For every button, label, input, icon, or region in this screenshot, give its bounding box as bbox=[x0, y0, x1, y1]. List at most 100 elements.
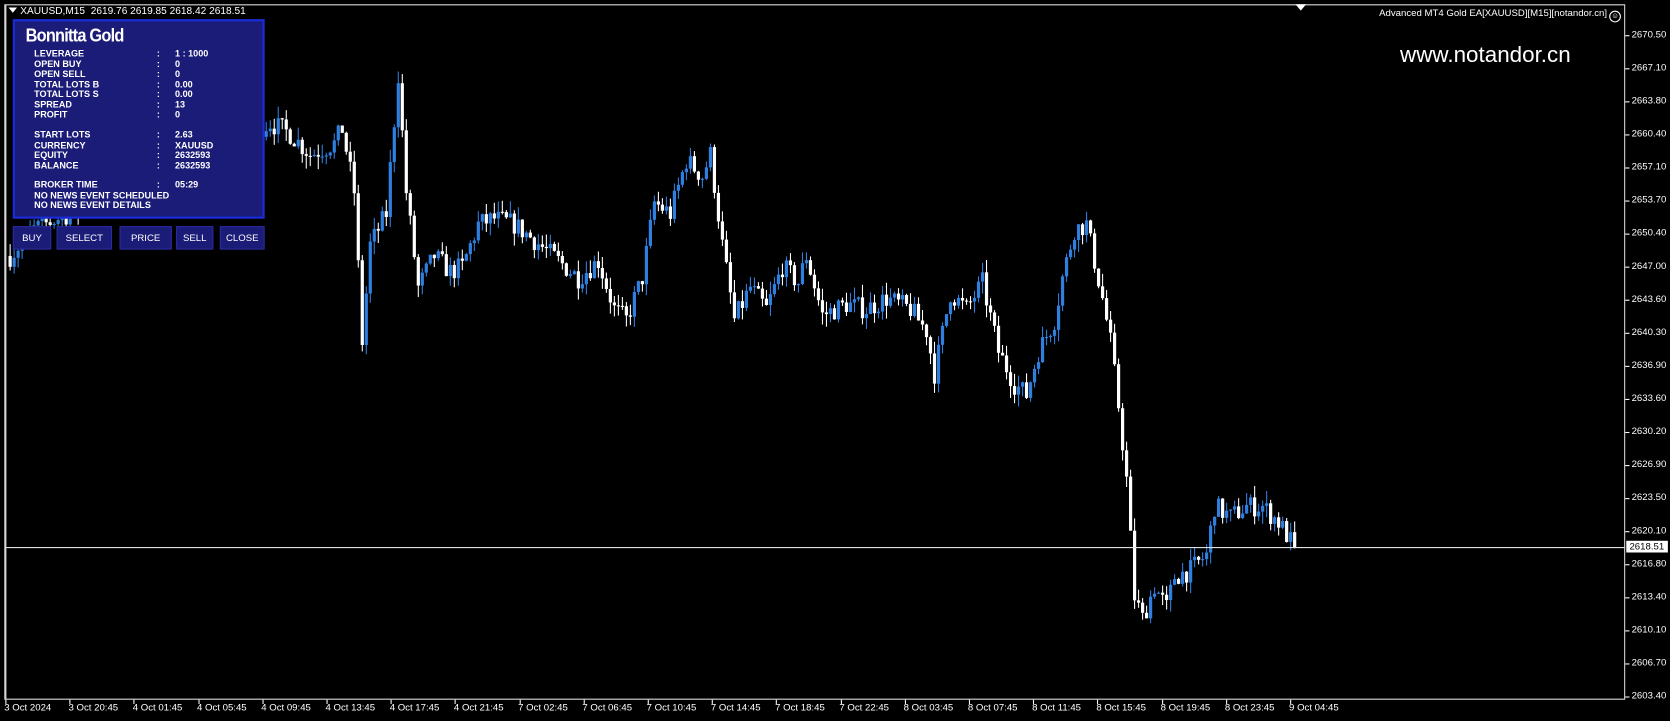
price-tick-label: 2657.10 bbox=[1631, 161, 1667, 172]
time-tick-label: 7 Oct 18:45 bbox=[775, 701, 825, 713]
price-tick bbox=[1625, 498, 1630, 500]
panel-row-sep: : bbox=[156, 108, 160, 120]
price-tick bbox=[1625, 465, 1630, 467]
panel-row-label: TOTAL LOTS B bbox=[34, 78, 100, 90]
price-tick-label: 2667.10 bbox=[1631, 61, 1667, 73]
time-tick-label: 4 Oct 09:45 bbox=[261, 701, 311, 713]
panel-title: Bonnitta Gold bbox=[25, 25, 125, 46]
panel-row-value: 2632593 bbox=[175, 159, 211, 171]
time-tick-label: 9 Oct 04:45 bbox=[1289, 701, 1339, 713]
price-tick bbox=[1625, 630, 1630, 632]
panel-row: PROFIT: 0 bbox=[34, 109, 180, 120]
time-tick-label: 4 Oct 13:45 bbox=[325, 701, 376, 713]
time-tick-label: 7 Oct 10:45 bbox=[646, 701, 697, 713]
chart-shift-marker-icon[interactable] bbox=[1295, 4, 1307, 11]
price-tick-label: 2633.60 bbox=[1631, 392, 1667, 404]
price-tick bbox=[1625, 398, 1630, 400]
time-tick-label: 3 Oct 2024 bbox=[4, 701, 52, 713]
time-tick-label: 4 Oct 01:45 bbox=[132, 701, 183, 713]
panel-row-label: OPEN SELL bbox=[34, 68, 86, 79]
time-tick-label: 7 Oct 06:45 bbox=[582, 701, 633, 713]
price-tick-label: 2660.40 bbox=[1631, 127, 1667, 139]
buy-button[interactable]: BUY bbox=[12, 226, 52, 250]
smiley-icon[interactable]: ☺ bbox=[1609, 10, 1621, 23]
price-tick-label: 2610.10 bbox=[1631, 623, 1667, 635]
price-tick-label: 2623.50 bbox=[1631, 491, 1667, 503]
price-tick-label: 2663.80 bbox=[1631, 94, 1667, 106]
time-tick-label: 8 Oct 11:45 bbox=[1032, 701, 1082, 713]
time-tick-label: 8 Oct 15:45 bbox=[1096, 701, 1146, 713]
panel-row-label: START LOTS bbox=[34, 129, 91, 140]
price-tick-label: 2613.40 bbox=[1631, 590, 1667, 602]
price-tick bbox=[1625, 299, 1630, 301]
price-tick bbox=[1625, 134, 1630, 136]
price-tick bbox=[1625, 332, 1630, 334]
price-tick-label: 2653.70 bbox=[1631, 194, 1667, 205]
price-tick bbox=[1625, 531, 1630, 533]
panel-row: BALANCE: 2632593 bbox=[34, 159, 210, 171]
panel-row-label: BALANCE bbox=[34, 159, 79, 171]
panel-row-label: NO NEWS EVENT SCHEDULED bbox=[34, 189, 170, 200]
panel-row-label: NO NEWS EVENT DETAILS bbox=[34, 199, 151, 211]
price-tick-label: 2650.40 bbox=[1631, 227, 1667, 238]
panel-row-label: SPREAD bbox=[34, 98, 72, 110]
price-tick-label: 2643.60 bbox=[1631, 293, 1667, 304]
price-tick-label: 2636.90 bbox=[1631, 359, 1667, 371]
panel-row-label: TOTAL LOTS S bbox=[34, 88, 99, 100]
time-tick-label: 8 Oct 03:45 bbox=[903, 701, 954, 713]
time-tick-label: 4 Oct 21:45 bbox=[453, 701, 504, 713]
panel-row-label: EQUITY bbox=[34, 149, 68, 160]
select-button[interactable]: SELECT bbox=[56, 226, 113, 250]
panel-row-label: BROKER TIME bbox=[34, 179, 98, 190]
price-tick bbox=[1625, 200, 1630, 202]
time-tick-label: 8 Oct 23:45 bbox=[1224, 701, 1275, 713]
dropdown-triangle-icon[interactable] bbox=[8, 7, 18, 13]
price-tick bbox=[1625, 68, 1630, 70]
price-tick-label: 2603.40 bbox=[1631, 690, 1667, 701]
price-tick-label: 2616.80 bbox=[1631, 557, 1667, 569]
time-tick-label: 4 Oct 17:45 bbox=[389, 701, 440, 713]
time-tick-label: 7 Oct 14:45 bbox=[710, 701, 761, 713]
panel-row-label: LEVERAGE bbox=[34, 47, 85, 59]
price-tick bbox=[1625, 101, 1630, 103]
symbol-info: XAUUSD,M15 2619.76 2619.85 2618.42 2618.… bbox=[8, 5, 246, 18]
price-tick-label: 2606.70 bbox=[1631, 657, 1667, 668]
price-tick-label: 2647.00 bbox=[1631, 260, 1667, 271]
price-tick bbox=[1625, 266, 1630, 268]
time-tick-label: 7 Oct 22:45 bbox=[839, 701, 890, 713]
panel-row-sep: : bbox=[156, 159, 160, 171]
price-tick-label: 2640.30 bbox=[1631, 326, 1667, 338]
time-tick-label: 4 Oct 05:45 bbox=[196, 701, 247, 713]
ea-info-panel: Bonnitta Gold LEVERAGE:1 : 1000 OPEN BUY:… bbox=[12, 19, 265, 219]
price-tick bbox=[1625, 35, 1630, 37]
panel-row-value: 0 bbox=[175, 108, 181, 120]
price-tick bbox=[1625, 167, 1630, 169]
price-tick bbox=[1625, 696, 1630, 698]
time-tick-label: 7 Oct 02:45 bbox=[518, 701, 568, 713]
price-tick-label: 2630.20 bbox=[1631, 425, 1667, 437]
panel-row-label: OPEN BUY bbox=[34, 58, 82, 69]
price-tick bbox=[1625, 431, 1630, 434]
price-tick bbox=[1625, 233, 1630, 235]
ea-label: Advanced MT4 Gold EA[XAUUSD][M15][notand… bbox=[1379, 7, 1608, 19]
price-tick bbox=[1625, 564, 1630, 566]
panel-row-label: CURRENCY bbox=[34, 139, 86, 150]
price-button[interactable]: PRICE bbox=[119, 226, 172, 250]
price-tick-label: 2626.90 bbox=[1631, 458, 1667, 470]
sell-button[interactable]: SELL bbox=[176, 226, 214, 250]
price-tick bbox=[1625, 597, 1630, 599]
panel-row: NO NEWS EVENT DETAILS bbox=[34, 199, 151, 211]
watermark: www.notandor.cn bbox=[1400, 42, 1571, 68]
panel-row-value: 05:29 bbox=[175, 179, 199, 190]
current-price-label: 2618.51 bbox=[1626, 540, 1668, 553]
close-button[interactable]: CLOSE bbox=[219, 226, 265, 250]
time-tick-label: 3 Oct 20:45 bbox=[68, 701, 119, 713]
price-tick-label: 2670.50 bbox=[1631, 28, 1667, 40]
ea-status: Advanced MT4 Gold EA[XAUUSD][M15][notand… bbox=[1379, 7, 1621, 23]
price-tick-label: 2620.10 bbox=[1631, 524, 1667, 536]
price-tick bbox=[1625, 365, 1630, 367]
symbol-ohlc: XAUUSD,M15 2619.76 2619.85 2618.42 2618.… bbox=[20, 5, 246, 18]
time-tick-label: 8 Oct 07:45 bbox=[967, 701, 1018, 713]
mt4-chart-window: XAUUSD,M15 2619.76 2619.85 2618.42 2618.… bbox=[0, 0, 1670, 721]
time-tick-label: 8 Oct 19:45 bbox=[1160, 701, 1211, 713]
